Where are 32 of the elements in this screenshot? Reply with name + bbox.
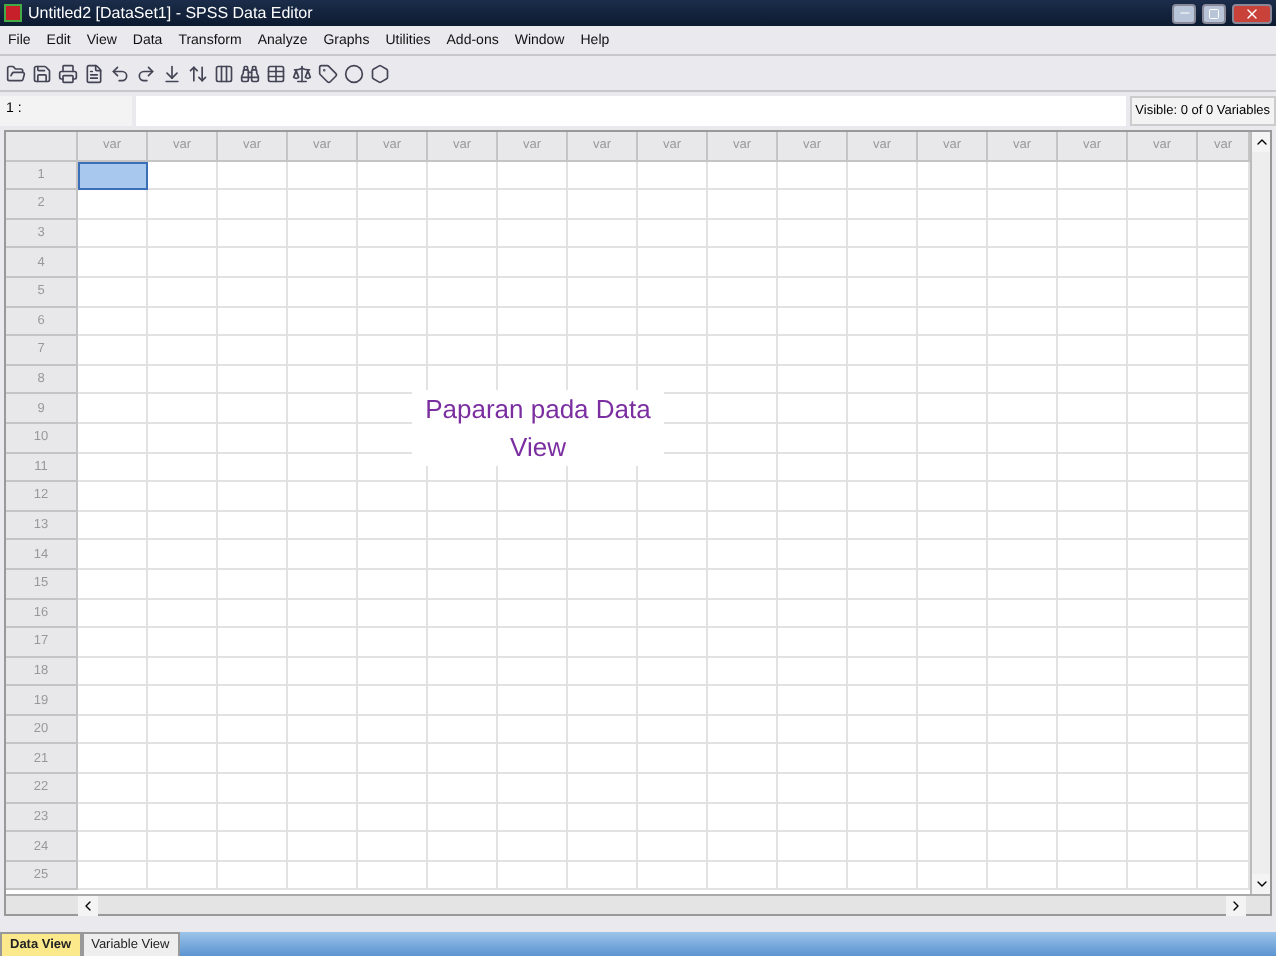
maximize-icon	[1208, 7, 1220, 19]
close-button[interactable]	[1232, 3, 1272, 23]
scroll-down-icon[interactable]	[1252, 874, 1270, 894]
scroll-up-icon[interactable]	[1252, 132, 1270, 152]
printer-icon[interactable]	[58, 61, 78, 85]
close-icon	[1244, 5, 1260, 21]
tag-icon[interactable]	[318, 61, 338, 85]
undo-icon[interactable]	[110, 61, 130, 85]
minimize-button[interactable]	[1172, 3, 1196, 23]
columns-icon[interactable]	[214, 61, 234, 85]
redo-icon[interactable]	[136, 61, 156, 85]
circle-icon[interactable]	[344, 61, 364, 85]
folder-icon[interactable]	[6, 61, 26, 85]
maximize-button[interactable]	[1202, 3, 1226, 23]
scroll-left-icon[interactable]	[78, 895, 98, 915]
cell-value-field[interactable]	[136, 95, 1126, 125]
scale-icon[interactable]	[292, 61, 312, 85]
annotation-tooltip: Paparan pada Data View	[412, 390, 664, 466]
app-icon	[4, 4, 22, 22]
scroll-right-icon[interactable]	[1226, 895, 1246, 915]
horizontal-scrollbar[interactable]	[6, 894, 1270, 914]
vertical-scrollbar[interactable]	[1250, 132, 1270, 894]
table-icon[interactable]	[266, 61, 286, 85]
sort-icon[interactable]	[188, 61, 208, 85]
download-icon[interactable]	[162, 61, 182, 85]
binoculars-icon[interactable]	[240, 61, 260, 85]
corner-cell	[6, 132, 78, 162]
hexagon-icon[interactable]	[370, 61, 390, 85]
window-title: Untitled2 [DataSet1] - SPSS Data Editor	[28, 4, 315, 22]
save-icon[interactable]	[32, 61, 52, 85]
document-icon[interactable]	[84, 61, 104, 85]
minimize-icon	[1177, 6, 1191, 20]
